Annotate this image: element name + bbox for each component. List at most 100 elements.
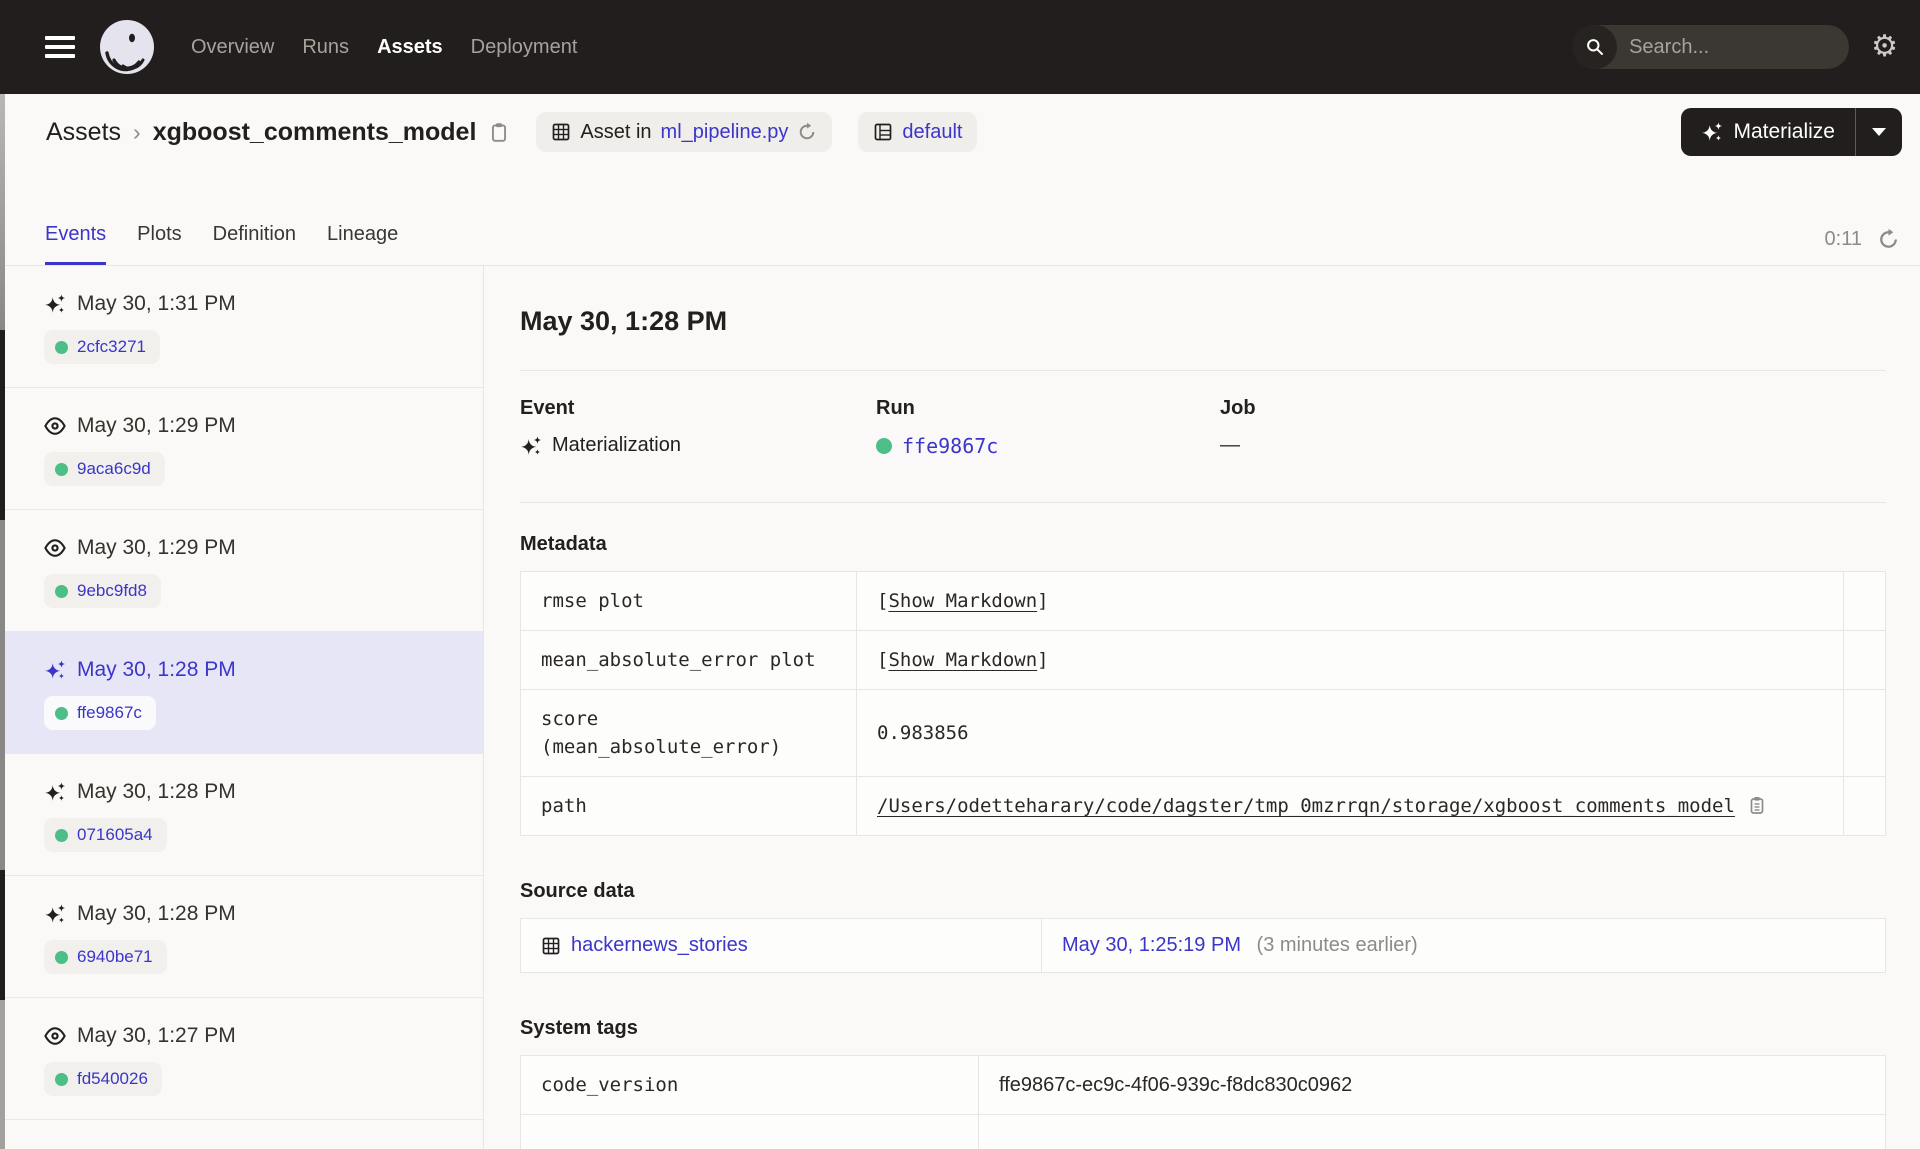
sparkle-icon xyxy=(44,659,66,681)
run-id-tag[interactable]: ffe9867c xyxy=(44,696,156,730)
nav-item-runs[interactable]: Runs xyxy=(302,36,349,59)
eye-icon xyxy=(44,1025,66,1047)
event-list-item[interactable]: May 30, 1:29 PM 9aca6c9d xyxy=(0,388,483,510)
nav-item-overview[interactable]: Overview xyxy=(191,36,274,59)
run-id-label: ffe9867c xyxy=(77,703,142,722)
event-list-item[interactable]: May 30, 1:27 PM fd540026 xyxy=(0,998,483,1120)
path-link[interactable]: /Users/odetteharary/code/dagster/tmp_0mz… xyxy=(877,795,1735,817)
sparkle-icon xyxy=(44,781,66,803)
search-bar[interactable]: / xyxy=(1573,25,1850,69)
tab-plots[interactable]: Plots xyxy=(137,223,181,265)
event-list-item-selected[interactable]: May 30, 1:28 PM ffe9867c xyxy=(0,632,483,754)
metadata-extra-cell xyxy=(1843,571,1886,631)
source-data-heading: Source data xyxy=(520,880,635,902)
sparkle-icon xyxy=(44,903,66,925)
table-row: path /Users/odetteharary/code/dagster/tm… xyxy=(520,776,1886,836)
system-tags-table: code_version ffe9867c-ec9c-4f06-939c-f8d… xyxy=(520,1055,1886,1149)
event-time: May 30, 1:27 PM xyxy=(77,1024,236,1047)
metadata-value: 0.983856 xyxy=(856,689,1844,777)
breadcrumb-assets-link[interactable]: Assets xyxy=(46,118,121,147)
materialize-button[interactable]: Materialize xyxy=(1681,108,1855,156)
event-time: May 30, 1:28 PM xyxy=(77,658,236,681)
run-id-label: 9ebc9fd8 xyxy=(77,581,147,600)
run-status-dot xyxy=(55,950,68,964)
run-id-tag[interactable]: 9ebc9fd8 xyxy=(44,574,161,608)
asset-location-file-link[interactable]: ml_pipeline.py xyxy=(661,121,789,144)
hamburger-icon[interactable] xyxy=(45,36,75,58)
run-status-dot xyxy=(55,706,68,720)
show-markdown-link[interactable]: Show Markdown xyxy=(888,649,1037,671)
event-time: May 30, 1:31 PM xyxy=(77,292,236,315)
dagster-app: Overview Runs Assets Deployment / ⚙ Asse… xyxy=(0,0,1920,1149)
asset-tabs: Events Plots Definition Lineage 0:11 xyxy=(0,170,1920,266)
repo-icon xyxy=(873,122,893,142)
dagster-logo[interactable] xyxy=(99,19,155,75)
run-status-dot xyxy=(55,828,68,842)
asset-header-row: Assets › xgboost_comments_model Asset in… xyxy=(0,94,1920,170)
run-status-dot xyxy=(55,1072,68,1086)
run-id-label: 071605a4 xyxy=(77,825,153,844)
sparkle-icon xyxy=(44,293,66,315)
sparkle-icon xyxy=(520,435,542,457)
table-row: code_version ffe9867c-ec9c-4f06-939c-f8d… xyxy=(520,1055,1886,1115)
metadata-key: rmse plot xyxy=(520,571,857,631)
search-input[interactable] xyxy=(1617,35,1850,59)
event-list-item[interactable]: May 30, 1:28 PM 6940be71 xyxy=(0,876,483,998)
copy-path-icon[interactable] xyxy=(1747,795,1767,815)
sparkle-icon xyxy=(1702,122,1723,141)
system-tag-value: ffe9867c-ec9c-4f06-939c-f8dc830c0962 xyxy=(978,1055,1886,1115)
refresh-countdown: 0:11 xyxy=(1824,228,1862,250)
reload-location-icon[interactable] xyxy=(797,122,817,142)
source-asset-cell: hackernews_stories xyxy=(520,918,1042,973)
run-id-tag[interactable]: 6940be71 xyxy=(44,940,167,974)
gear-icon[interactable]: ⚙ xyxy=(1871,32,1898,62)
system-tag-key: code_version xyxy=(520,1055,979,1115)
event-list-item[interactable]: May 30, 1:28 PM 071605a4 xyxy=(0,754,483,876)
metadata-value: /Users/odetteharary/code/dagster/tmp_0mz… xyxy=(856,776,1844,836)
source-asset-link[interactable]: hackernews_stories xyxy=(571,934,748,957)
run-id-tag[interactable]: 071605a4 xyxy=(44,818,167,852)
tab-events[interactable]: Events xyxy=(45,223,107,265)
asset-location-tag[interactable]: Asset in ml_pipeline.py xyxy=(536,112,833,152)
eye-icon xyxy=(44,537,66,559)
background-window-edge xyxy=(0,94,5,1149)
run-id-tag[interactable]: 9aca6c9d xyxy=(44,452,165,486)
tab-definition[interactable]: Definition xyxy=(213,223,296,265)
metadata-value: [Show Markdown] xyxy=(856,630,1844,690)
job-value: — xyxy=(1220,434,1240,456)
event-type-value: Materialization xyxy=(552,434,681,456)
refresh-icon[interactable] xyxy=(1877,228,1900,251)
run-id-tag[interactable]: fd540026 xyxy=(44,1062,162,1096)
show-markdown-link[interactable]: Show Markdown xyxy=(888,590,1037,612)
repo-tag[interactable]: default xyxy=(858,112,978,152)
search-icon xyxy=(1573,25,1618,69)
metadata-extra-cell xyxy=(1843,630,1886,690)
tab-lineage[interactable]: Lineage xyxy=(327,223,398,265)
metadata-extra-cell xyxy=(1843,776,1886,836)
run-id-label: 6940be71 xyxy=(77,947,153,966)
asset-location-prefix: Asset in xyxy=(580,120,652,143)
run-id-label: 2cfc3271 xyxy=(77,337,146,356)
metadata-table: rmse plot [Show Markdown] mean_absolute_… xyxy=(520,571,1886,836)
table-row: mean_absolute_error plot [Show Markdown] xyxy=(520,630,1886,690)
system-tags-heading: System tags xyxy=(520,1017,638,1039)
event-list-item[interactable]: May 30, 1:29 PM 9ebc9fd8 xyxy=(0,510,483,632)
caret-down-icon xyxy=(1872,128,1886,136)
materialize-options-button[interactable] xyxy=(1856,108,1902,156)
event-detail-panel: May 30, 1:28 PM Event Materialization Ru… xyxy=(484,266,1920,1149)
metadata-key: mean_absolute_error plot xyxy=(520,630,857,690)
event-list: May 30, 1:31 PM 2cfc3271 May 30, 1:29 PM… xyxy=(0,266,484,1149)
event-time: May 30, 1:28 PM xyxy=(77,780,236,803)
table-row: rmse plot [Show Markdown] xyxy=(520,571,1886,631)
run-id-tag[interactable]: 2cfc3271 xyxy=(44,330,160,364)
nav-item-assets[interactable]: Assets xyxy=(377,36,443,59)
metadata-key: path xyxy=(520,776,857,836)
run-id-link[interactable]: ffe9867c xyxy=(902,434,998,458)
source-timestamp-link[interactable]: May 30, 1:25:19 PM xyxy=(1062,934,1241,956)
run-status-dot xyxy=(876,438,892,454)
event-detail-title: May 30, 1:28 PM xyxy=(520,306,728,336)
event-list-item[interactable]: May 30, 1:31 PM 2cfc3271 xyxy=(0,266,483,388)
run-id-label: fd540026 xyxy=(77,1069,148,1088)
copy-asset-name-icon[interactable] xyxy=(488,121,510,143)
nav-item-deployment[interactable]: Deployment xyxy=(471,36,578,59)
